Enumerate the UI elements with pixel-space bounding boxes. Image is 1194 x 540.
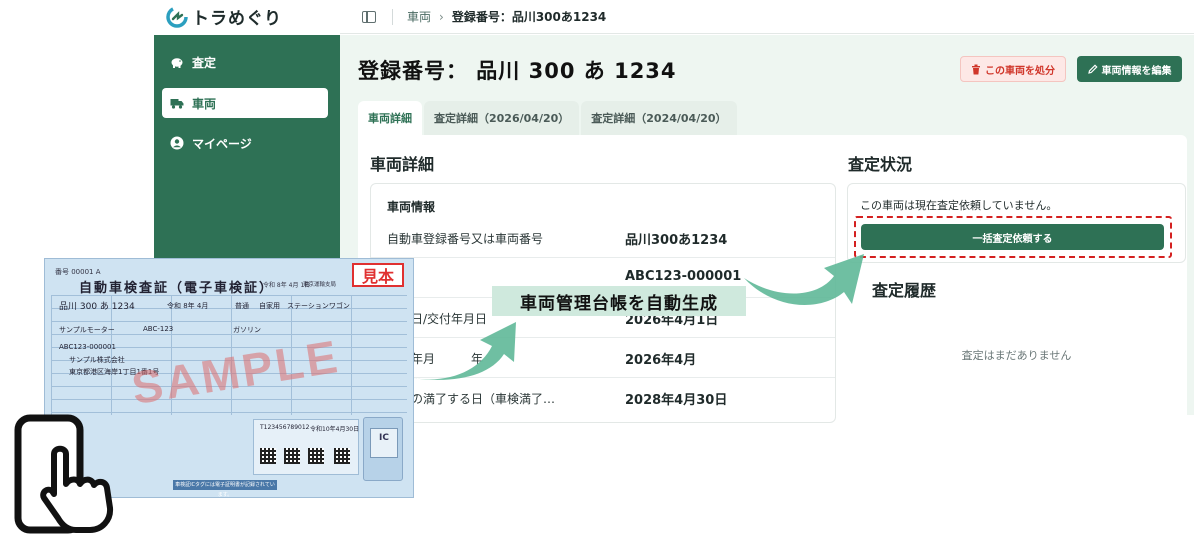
user-circle-icon [170, 136, 184, 150]
cert-engine: ガソリン [233, 326, 261, 334]
cert-reg-no: 品川 300 あ 1234 [59, 302, 135, 312]
cert-purpose: 自家用 [259, 302, 280, 310]
cert-usage: 普通 [235, 302, 249, 310]
page-title: 登録番号： 品川 300 あ 1234 [358, 59, 677, 83]
cert-maker: サンプルモーター [59, 326, 115, 334]
auto-ledger-callout: 車両管理台帳を自動生成 [492, 286, 746, 316]
sidebar-item-assessment[interactable]: 査定 [162, 47, 328, 77]
pencil-icon [1087, 64, 1098, 74]
certificate-number: 番号 00001 A [55, 268, 101, 276]
ic-tag-panel: IC [363, 417, 403, 481]
certificate-title: 自動車検査証（電子車検証） [79, 281, 275, 296]
edit-label: 車両情報を編集 [1101, 65, 1172, 77]
app-logo[interactable]: トラめぐり [166, 4, 282, 29]
table-row: 期間の満了する日（車検満了… 2028年4月30日 [371, 378, 835, 418]
specimen-stamp: 見本 [352, 263, 404, 287]
assessment-status-title: 査定状況 [848, 155, 913, 174]
breadcrumb-current: 登録番号：品川300あ1234 [451, 10, 607, 24]
row-value: 2028年4月30日 [625, 393, 728, 408]
curved-arrow-icon [744, 254, 864, 305]
row-value: ABC123-000001 [625, 269, 742, 284]
ic-chip-icon: IC [370, 428, 398, 458]
dispose-vehicle-button[interactable]: この車両を処分 [960, 56, 1066, 82]
row-value: 2026年4月 [625, 353, 697, 368]
cert-record-no: T123456789012 [260, 424, 310, 431]
sidebar-item-label: 査定 [192, 55, 217, 70]
cert-model: ABC-123 [143, 325, 174, 333]
sidebar: 査定 車両 マイページ [154, 35, 340, 260]
cert-first-reg: 令和 8年 4月 [167, 302, 209, 310]
cert-body-type: ステーションワゴン [287, 302, 350, 310]
cert-frame-no: ABC123-000001 [59, 343, 116, 351]
breadcrumb-divider [392, 8, 393, 25]
row-label: 自動車登録番号又は車両番号 [387, 232, 544, 246]
tab-vehicle-details[interactable]: 車両詳細 [358, 101, 422, 135]
app-name: トラめぐり [192, 9, 282, 29]
logo-icon [166, 5, 188, 28]
qr-code-panel: T123456789012 令和10年4月30日 [253, 419, 359, 475]
sidebar-item-label: マイページ [192, 136, 252, 151]
edit-vehicle-button[interactable]: 車両情報を編集 [1077, 56, 1182, 82]
curved-arrow-icon [412, 322, 516, 380]
sidebar-item-mypage[interactable]: マイページ [162, 128, 328, 158]
qr-code-icon [284, 448, 300, 464]
dispose-label: この車両を処分 [985, 65, 1055, 77]
trash-icon [972, 64, 980, 74]
vehicle-details-title: 車両詳細 [370, 155, 435, 174]
tab-assessment-2026[interactable]: 査定詳細（2026/04/20） [424, 101, 580, 135]
top-bar: 車両 › 登録番号：品川300あ1234 [340, 0, 1194, 34]
assessment-history-empty: 査定はまだありません [961, 349, 1072, 362]
tab-assessment-2024[interactable]: 査定詳細（2024/04/20） [581, 101, 737, 135]
qr-code-icon [334, 448, 350, 464]
cert-owner: サンプル株式会社 [69, 356, 125, 364]
cert-expiry: 令和10年4月30日 [310, 426, 360, 433]
sidebar-item-label: 車両 [192, 96, 217, 111]
assessment-status-message: この車両は現在査定依頼していません。 [860, 199, 1058, 212]
bulk-assessment-button[interactable]: 一括査定依頼する [861, 224, 1164, 250]
certificate-bureau: 東京運輸支局 [303, 282, 337, 288]
certificate-footer: 車検証ICタグには電子証明書が記録されています。 [173, 480, 277, 497]
vehicle-info-heading: 車両情報 [387, 200, 436, 214]
qr-code-icon [308, 448, 324, 464]
row-value: 品川300あ1234 [625, 233, 728, 248]
chevron-right-icon: › [439, 9, 444, 24]
sidebar-toggle-icon[interactable] [362, 10, 376, 23]
assessment-status-card: この車両は現在査定依頼していません。 一括査定依頼する [847, 183, 1186, 263]
qr-code-icon [260, 448, 276, 464]
truck-icon [170, 99, 184, 109]
assessment-history-title: 査定履歴 [872, 281, 937, 300]
piggy-bank-icon [171, 58, 183, 68]
smartphone-tap-icon [14, 414, 114, 534]
sidebar-item-vehicles[interactable]: 車両 [162, 88, 328, 118]
breadcrumb-root[interactable]: 車両 [407, 8, 431, 25]
tab-bar: 車両詳細 査定詳細（2026/04/20） 査定詳細（2024/04/20） [358, 101, 739, 135]
